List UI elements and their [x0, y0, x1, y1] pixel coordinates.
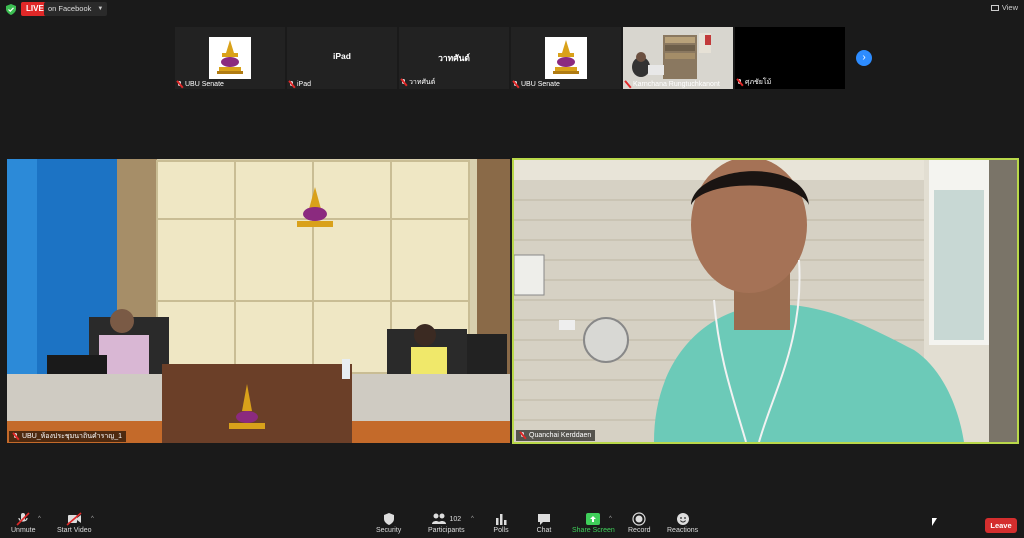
share-options-caret-icon[interactable]: ^: [609, 516, 612, 522]
top-bar: LIVE on Facebook ▼ View: [0, 0, 1024, 18]
mic-muted-icon: [289, 81, 295, 88]
participant-name-tag: Quanchai Kerddaen: [516, 430, 596, 441]
participant-video-feed: [623, 27, 733, 89]
active-speaker-video-feed: [514, 160, 1017, 442]
mic-muted-icon: [177, 81, 183, 88]
share-screen-icon: [586, 513, 601, 525]
mic-muted-icon: [513, 81, 519, 88]
polls-button[interactable]: Polls: [493, 512, 509, 538]
record-label: Record: [628, 527, 651, 534]
reactions-label: Reactions: [667, 527, 699, 534]
participants-button[interactable]: 102 Participants: [428, 512, 465, 538]
chat-icon: [538, 514, 550, 525]
mic-muted-icon: [13, 433, 19, 440]
share-screen-label: Share Screen: [572, 527, 615, 534]
participants-label: Participants: [428, 527, 465, 534]
participant-display-name: วาทศันต์: [438, 53, 470, 63]
mic-muted-icon: [401, 79, 407, 86]
ubu-logo: [545, 37, 587, 79]
mic-muted-icon: [16, 512, 30, 526]
participant-thumbnail[interactable]: Karnchana Rungtuchkanont: [623, 27, 733, 89]
video-options-caret-icon[interactable]: ^: [91, 516, 94, 522]
view-label: View: [1001, 3, 1018, 12]
grid-view-icon: [990, 4, 999, 11]
record-button[interactable]: Record: [628, 512, 651, 538]
reactions-icon: [676, 513, 689, 525]
leave-button[interactable]: Leave: [985, 518, 1017, 533]
record-icon: [632, 512, 646, 526]
mic-muted-icon: [625, 81, 631, 88]
chat-button[interactable]: Chat: [536, 512, 552, 538]
shield-icon[interactable]: [6, 4, 16, 15]
video-tile-active-speaker[interactable]: Quanchai Kerddaen: [512, 158, 1019, 444]
participants-icon: [432, 513, 447, 524]
thumbnail-name: UBU Senate: [185, 81, 224, 88]
participants-count: 102: [449, 515, 462, 523]
reactions-button[interactable]: Reactions: [667, 512, 698, 538]
participant-name: UBU_ห้องประชุมนาถินคำราญ_1: [22, 433, 123, 440]
participant-name-tag: UBU_ห้องประชุมนาถินคำราญ_1: [9, 431, 127, 442]
view-button[interactable]: View: [990, 3, 1018, 12]
start-video-label: Start Video: [57, 527, 92, 534]
participant-thumbnail[interactable]: UBU Senate: [175, 27, 285, 89]
video-tile-left[interactable]: UBU_ห้องประชุมนาถินคำราญ_1: [7, 159, 510, 443]
chat-label: Chat: [536, 527, 552, 534]
participant-thumbnail[interactable]: UBU Senate: [511, 27, 621, 89]
participant-thumbnail-strip: UBU Senate iPad iPad วาทศันต์ วาทศันต์ U…: [175, 27, 845, 89]
thumbnail-name: UBU Senate: [521, 81, 560, 88]
participant-display-name: iPad: [333, 51, 351, 61]
next-page-arrow-icon[interactable]: ›: [856, 50, 872, 66]
thumbnail-name: iPad: [297, 81, 312, 88]
meeting-toolbar: Unmute ^ Start Video ^ Security 102 Part…: [0, 512, 1024, 538]
participants-options-caret-icon[interactable]: ^: [471, 516, 474, 522]
security-label: Security: [376, 527, 402, 534]
start-video-button[interactable]: Start Video: [57, 512, 92, 538]
live-target-label: on Facebook: [48, 4, 92, 13]
thumbnail-name: วาทศันต์: [409, 79, 436, 86]
audio-options-caret-icon[interactable]: ^: [38, 516, 41, 522]
mic-muted-icon: [737, 79, 743, 86]
participant-thumbnail[interactable]: iPad iPad: [287, 27, 397, 89]
mic-muted-icon: [520, 432, 526, 439]
caret-down-icon: ▼: [97, 6, 104, 12]
mouse-cursor-icon: [932, 518, 937, 526]
conference-room-video-feed: [7, 159, 510, 443]
polls-icon: [496, 514, 507, 525]
ubu-logo: [209, 37, 251, 79]
thumbnail-name: Karnchana Rungtuchkanont: [633, 81, 720, 88]
live-target-dropdown[interactable]: on Facebook ▼: [44, 2, 108, 16]
security-button[interactable]: Security: [376, 512, 401, 538]
participant-thumbnail[interactable]: ศุภชัยโม้: [735, 27, 845, 89]
unmute-label: Unmute: [11, 527, 36, 534]
participant-name: Quanchai Kerddaen: [529, 432, 592, 439]
participant-thumbnail[interactable]: วาทศันต์ วาทศันต์: [399, 27, 509, 89]
polls-label: Polls: [493, 527, 509, 534]
unmute-button[interactable]: Unmute: [11, 512, 36, 538]
shield-icon: [383, 513, 394, 525]
video-off-icon: [66, 512, 82, 526]
thumbnail-name: ศุภชัยโม้: [745, 79, 772, 86]
